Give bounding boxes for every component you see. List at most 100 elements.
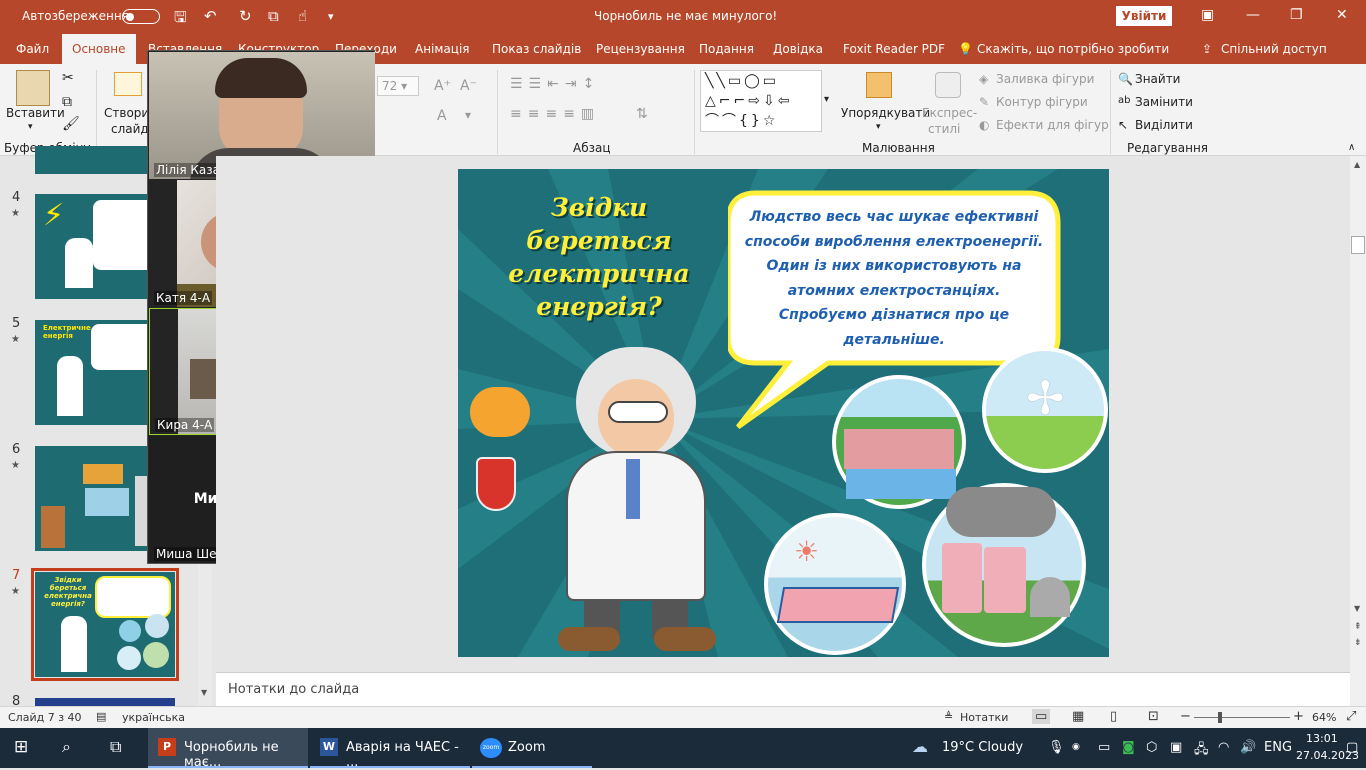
restore-button[interactable]: ❐ [1290, 7, 1303, 23]
signin-button[interactable]: Увійти [1116, 6, 1172, 26]
wifi-icon[interactable]: ◠ [1218, 740, 1229, 755]
minimize-button[interactable]: — [1246, 7, 1260, 23]
weather-text[interactable]: 19°C Cloudy [942, 740, 1023, 755]
find-icon[interactable]: 🔍 [1118, 72, 1133, 86]
next-slide-icon[interactable]: ⇟ [1354, 638, 1362, 648]
select-button[interactable]: Виділити [1135, 118, 1193, 132]
scroll-up-icon[interactable]: ▲ [1354, 160, 1360, 169]
arrange-icon[interactable] [866, 72, 892, 98]
autosave-toggle[interactable] [122, 9, 160, 24]
new-slide-line2[interactable]: слайд [111, 122, 149, 136]
tab-view[interactable]: Подання [699, 42, 754, 56]
normal-view-icon[interactable]: ▭ [1032, 709, 1051, 724]
touch-mode-icon[interactable]: ☝ [298, 7, 307, 25]
weather-cloud-icon[interactable]: ☁ [912, 737, 928, 756]
redo-icon[interactable]: ↻ [239, 7, 252, 25]
new-slide-icon[interactable] [114, 72, 142, 96]
scroll-thumb[interactable] [1351, 236, 1365, 254]
current-slide[interactable]: Звідки береться електрична енергія? Людс… [458, 169, 1109, 657]
share-button[interactable]: Спільний доступ [1221, 42, 1327, 56]
replace-icon[interactable]: ab [1118, 95, 1130, 106]
scroll-down-icon[interactable]: ▼ [201, 688, 207, 697]
notes-pane[interactable]: Нотатки до слайда [216, 672, 1350, 706]
tab-home[interactable]: Основне [62, 34, 136, 64]
font-color-icon[interactable]: A [437, 108, 447, 124]
list-icons[interactable]: ☰☰⇤⇥↕ [510, 76, 600, 92]
network-icon[interactable]: 🖧 [1194, 740, 1209, 762]
notes-icon[interactable]: ≜ [944, 710, 953, 723]
volume-icon[interactable]: 🔊 [1240, 740, 1256, 755]
zoom-tray-icon[interactable]: ◉ [1072, 742, 1080, 752]
language-indicator[interactable]: українська [122, 711, 185, 724]
network-tray-icon[interactable]: ⬡ [1146, 740, 1157, 755]
font-size-box[interactable]: 72 ▾ [377, 76, 419, 96]
zoom-slider[interactable] [1194, 717, 1290, 718]
zoom-in-icon[interactable]: + [1293, 709, 1304, 724]
search-icon[interactable]: ⌕ [62, 737, 71, 757]
fill-icon[interactable]: ◈ [979, 72, 988, 86]
taskbar-zoom[interactable]: zoom Zoom [472, 728, 592, 768]
collapse-ribbon-icon[interactable]: ∧ [1348, 142, 1355, 153]
notes-toggle[interactable]: Нотатки [960, 711, 1008, 724]
slide-sorter-icon[interactable]: ▦ [1072, 709, 1084, 724]
slide-thumb-8-partial[interactable] [35, 698, 175, 706]
tell-me-search[interactable]: Скажіть, що потрібно зробити [977, 42, 1169, 56]
new-slide-line1[interactable]: Створи [104, 106, 149, 120]
slideshow-view-icon[interactable]: ⊡ [1148, 709, 1159, 724]
find-button[interactable]: Знайти [1135, 72, 1180, 86]
format-painter-icon[interactable]: 🖌 [62, 116, 80, 132]
text-direction-icon[interactable]: ⇅ [636, 106, 648, 122]
microphone-icon[interactable]: 🎙 [1048, 740, 1065, 755]
tab-foxit[interactable]: Foxit Reader PDF [843, 42, 945, 56]
outline-icon[interactable]: ✎ [979, 95, 989, 109]
tab-review[interactable]: Рецензування [596, 42, 685, 56]
shape-effects-button[interactable]: Ефекти для фігур [996, 118, 1109, 132]
bubble-text[interactable]: Людство весь час шукає ефективні способи… [744, 205, 1044, 352]
slide-thumb-7-selected[interactable]: Звідки береться електрична енергія? [31, 568, 179, 681]
effects-icon[interactable]: ◐ [979, 118, 989, 132]
tab-help[interactable]: Довідка [773, 42, 823, 56]
green-tray-icon[interactable]: ◙ [1122, 740, 1135, 755]
quick-styles-line1[interactable]: Експрес- [922, 106, 977, 120]
quick-styles-icon[interactable] [935, 72, 961, 98]
zoom-out-icon[interactable]: − [1180, 709, 1191, 724]
cut-icon[interactable]: ✂ [62, 70, 74, 86]
shape-fill-button[interactable]: Заливка фігури [996, 72, 1094, 86]
align-icons[interactable]: ≡≡≡≡▥ [510, 106, 600, 122]
paste-button[interactable]: Вставити [6, 106, 65, 120]
font-color-dropdown-icon[interactable]: ▾ [465, 108, 471, 122]
reading-view-icon[interactable]: ▯ [1110, 709, 1117, 724]
input-language[interactable]: ENG [1264, 740, 1292, 755]
select-icon[interactable]: ↖ [1118, 118, 1128, 132]
paste-icon[interactable] [16, 70, 50, 106]
shrink-font-icon[interactable]: A⁻ [460, 78, 477, 94]
start-slideshow-icon[interactable]: ⧉ [268, 7, 279, 25]
shapes-more-icon[interactable]: ▾ [824, 94, 829, 105]
paste-dropdown-icon[interactable]: ▾ [28, 122, 33, 132]
monitor-tray-icon[interactable]: ▣ [1170, 740, 1182, 755]
tab-file[interactable]: Файл [16, 42, 49, 56]
slide-title[interactable]: Звідки береться електрична енергія? [474, 191, 724, 323]
notes-placeholder[interactable]: Нотатки до слайда [228, 682, 359, 697]
tab-animation[interactable]: Анімація [415, 42, 470, 56]
arrange-dropdown-icon[interactable]: ▾ [876, 122, 881, 132]
copy-icon[interactable]: ⧉ [62, 94, 72, 110]
fit-slide-icon[interactable]: ⤢ [1346, 709, 1356, 724]
save-icon[interactable]: 🖫 [174, 7, 187, 32]
undo-icon[interactable]: ↶ [204, 7, 217, 25]
video-tray-icon[interactable]: ▭ [1098, 740, 1110, 755]
quick-styles-line2[interactable]: стилі [928, 122, 960, 136]
arrange-button[interactable]: Упорядкувати [841, 106, 930, 120]
zoom-level[interactable]: 64% [1312, 711, 1336, 724]
zoom-slider-thumb[interactable] [1218, 712, 1222, 723]
customize-qa-icon[interactable]: ▾ [328, 10, 334, 23]
shapes-gallery[interactable]: ╲╲▭◯▭ △⌐⌐⇨⇩⇦ ⌒⌒{}☆ [700, 70, 822, 132]
close-button[interactable]: ✕ [1336, 7, 1348, 23]
windows-start-icon[interactable]: ⊞ [14, 737, 28, 757]
grow-font-icon[interactable]: A⁺ [434, 78, 451, 94]
replace-button[interactable]: Замінити [1135, 95, 1193, 109]
task-view-icon[interactable]: ⧉ [110, 737, 121, 757]
taskbar-word[interactable]: W Аварія на ЧАЕС - ... [310, 728, 470, 770]
slide-scrollbar[interactable]: ▲ ▼ ⇞ ⇟ [1350, 156, 1366, 706]
tab-slideshow[interactable]: Показ слайдів [492, 42, 581, 56]
